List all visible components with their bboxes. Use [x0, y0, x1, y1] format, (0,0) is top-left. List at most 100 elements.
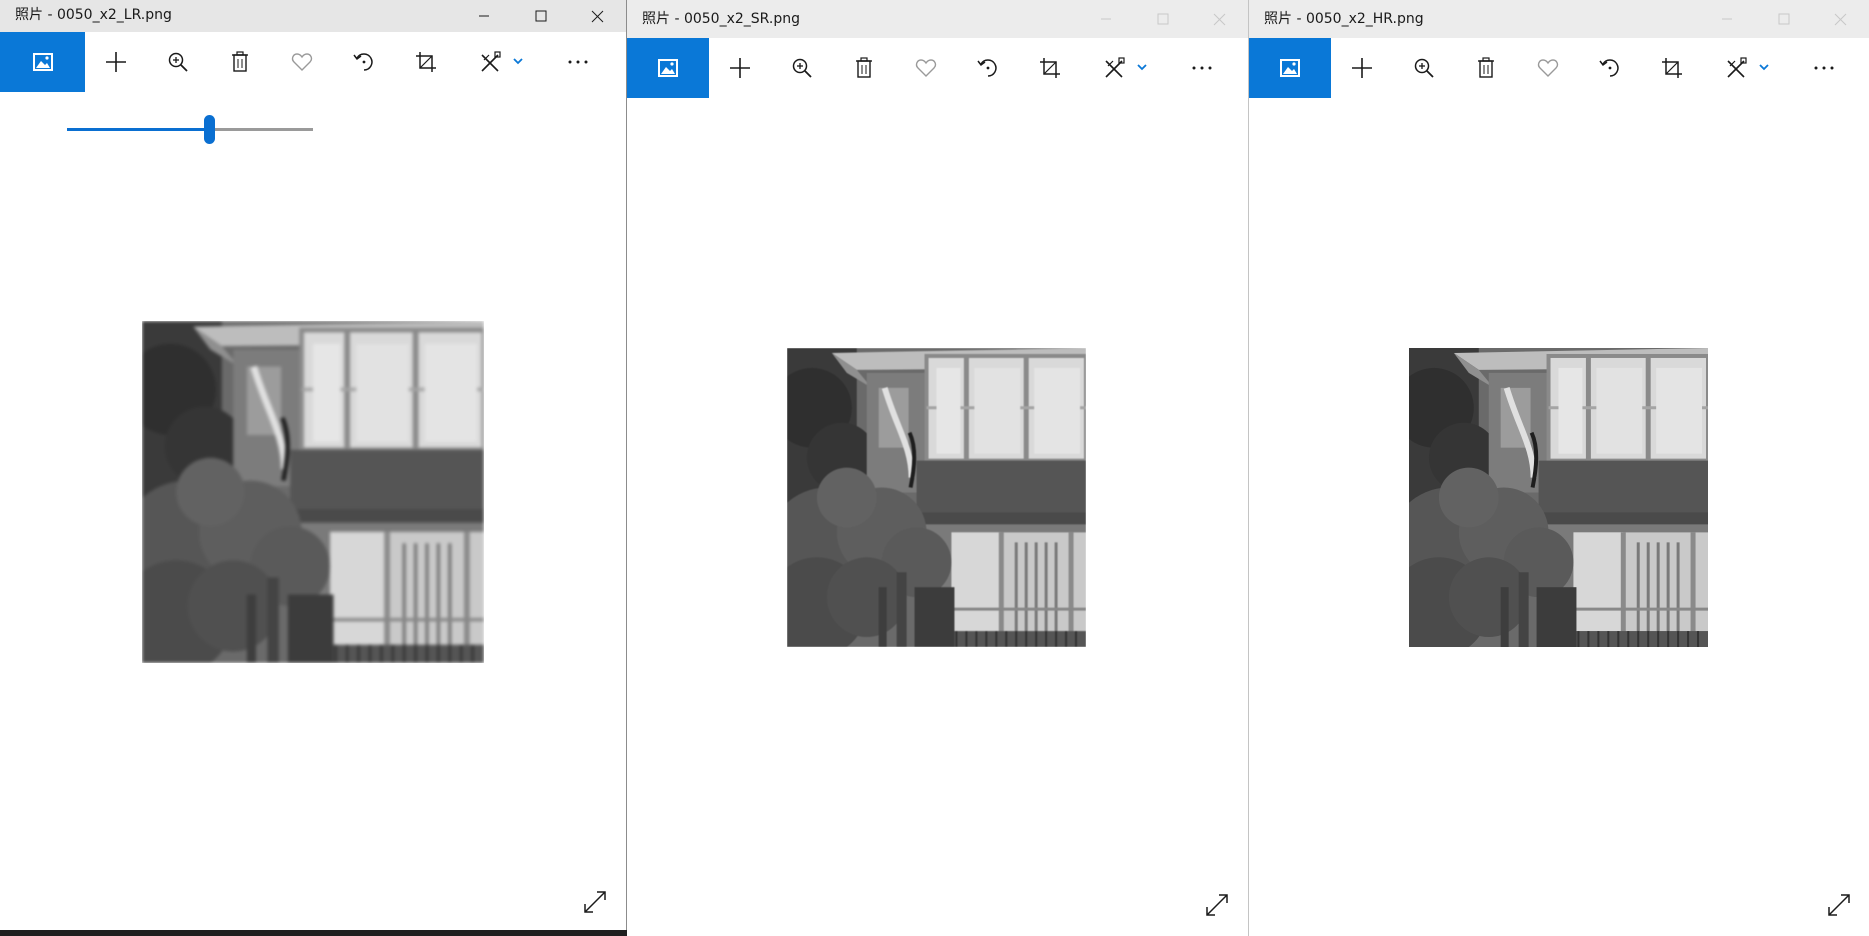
zoom-button[interactable]	[147, 32, 209, 92]
minimize-button[interactable]	[1077, 0, 1134, 38]
delete-button[interactable]	[209, 32, 271, 92]
photo-home-icon	[32, 53, 53, 71]
add-button[interactable]	[1331, 38, 1393, 98]
zoom-in-icon	[792, 58, 812, 78]
rotate-icon	[353, 53, 373, 71]
favorite-icon	[915, 59, 937, 77]
zoom-in-icon	[1414, 58, 1434, 78]
photos-window-lr: 照片 - 0050_x2_LR.png	[0, 0, 627, 936]
close-button[interactable]	[1812, 0, 1869, 38]
photo-home-icon	[658, 59, 678, 77]
zoom-button[interactable]	[1393, 38, 1455, 98]
edit-create-button[interactable]	[457, 32, 547, 92]
delete-button[interactable]	[1455, 38, 1517, 98]
more-icon	[568, 60, 588, 64]
chevron-down-icon	[1137, 64, 1147, 71]
window-title: 照片 - 0050_x2_SR.png	[642, 11, 800, 27]
favorite-button[interactable]	[1517, 38, 1579, 98]
add-icon	[106, 52, 126, 72]
rotate-button[interactable]	[957, 38, 1019, 98]
house-photo	[787, 348, 1086, 647]
delete-button[interactable]	[833, 38, 895, 98]
favorite-icon	[1537, 59, 1559, 77]
zoom-button[interactable]	[771, 38, 833, 98]
window-title: 照片 - 0050_x2_HR.png	[1264, 11, 1424, 27]
favorite-button[interactable]	[895, 38, 957, 98]
fullscreen-button[interactable]	[1819, 885, 1859, 925]
crop-button[interactable]	[395, 32, 457, 92]
add-icon	[1352, 58, 1372, 78]
zoom-slider-thumb[interactable]	[204, 115, 215, 144]
zoom-slider[interactable]	[67, 115, 313, 144]
chevron-down-icon	[513, 58, 523, 65]
maximize-icon	[1157, 13, 1168, 25]
taskbar-edge	[0, 930, 627, 936]
add-button[interactable]	[709, 38, 771, 98]
crop-icon	[1040, 58, 1060, 78]
delete-icon	[1478, 57, 1494, 78]
add-button[interactable]	[85, 32, 147, 92]
expand-icon	[1206, 894, 1228, 916]
crop-button[interactable]	[1641, 38, 1703, 98]
close-icon	[591, 10, 604, 22]
toolbar	[1249, 38, 1869, 98]
crop-button[interactable]	[1019, 38, 1081, 98]
crop-icon	[1662, 58, 1682, 78]
close-icon	[1213, 13, 1226, 25]
favorite-icon	[291, 53, 313, 71]
image-canvas[interactable]	[1409, 348, 1708, 647]
toolbar	[627, 38, 1248, 98]
minimize-icon	[478, 15, 489, 17]
edit-create-button[interactable]	[1081, 38, 1171, 98]
edit-icon	[1727, 57, 1747, 78]
close-button[interactable]	[1191, 0, 1248, 38]
rotate-icon	[1599, 59, 1619, 77]
favorite-button[interactable]	[271, 32, 333, 92]
window-title: 照片 - 0050_x2_LR.png	[15, 7, 172, 23]
photo-home-icon	[1280, 59, 1300, 77]
zoom-in-icon	[168, 52, 188, 72]
title-bar[interactable]: 照片 - 0050_x2_HR.png	[1249, 0, 1869, 38]
maximize-icon	[1778, 13, 1789, 25]
rotate-icon	[977, 59, 997, 77]
fullscreen-button[interactable]	[575, 882, 615, 922]
zoom-slider-fill	[67, 128, 210, 131]
add-icon	[730, 58, 750, 78]
see-all-photos-button[interactable]	[1249, 38, 1331, 98]
edit-icon	[1105, 57, 1125, 78]
expand-icon	[584, 891, 606, 913]
fullscreen-button[interactable]	[1197, 885, 1237, 925]
image-canvas[interactable]	[787, 348, 1086, 647]
delete-icon	[232, 51, 248, 72]
photos-window-hr: 照片 - 0050_x2_HR.png	[1249, 0, 1869, 936]
edit-create-button[interactable]	[1703, 38, 1793, 98]
maximize-button[interactable]	[512, 0, 569, 32]
maximize-button[interactable]	[1134, 0, 1191, 38]
title-bar[interactable]: 照片 - 0050_x2_SR.png	[627, 0, 1248, 38]
crop-icon	[416, 52, 436, 72]
more-icon	[1192, 66, 1212, 70]
maximize-button[interactable]	[1755, 0, 1812, 38]
more-options-button[interactable]	[1793, 38, 1855, 98]
delete-icon	[856, 57, 872, 78]
minimize-icon	[1721, 18, 1732, 20]
title-bar[interactable]: 照片 - 0050_x2_LR.png	[0, 0, 626, 32]
minimize-button[interactable]	[1698, 0, 1755, 38]
minimize-button[interactable]	[455, 0, 512, 32]
house-photo	[1409, 348, 1708, 647]
chevron-down-icon	[1759, 64, 1769, 71]
more-options-button[interactable]	[1171, 38, 1233, 98]
maximize-icon	[535, 10, 546, 22]
image-canvas[interactable]	[142, 321, 484, 663]
close-button[interactable]	[569, 0, 626, 32]
see-all-photos-button[interactable]	[0, 32, 85, 92]
expand-icon	[1828, 894, 1850, 916]
close-icon	[1834, 13, 1847, 25]
see-all-photos-button[interactable]	[627, 38, 709, 98]
edit-icon	[481, 51, 501, 72]
rotate-button[interactable]	[1579, 38, 1641, 98]
more-options-button[interactable]	[547, 32, 609, 92]
more-icon	[1814, 66, 1834, 70]
rotate-button[interactable]	[333, 32, 395, 92]
minimize-icon	[1100, 18, 1111, 20]
